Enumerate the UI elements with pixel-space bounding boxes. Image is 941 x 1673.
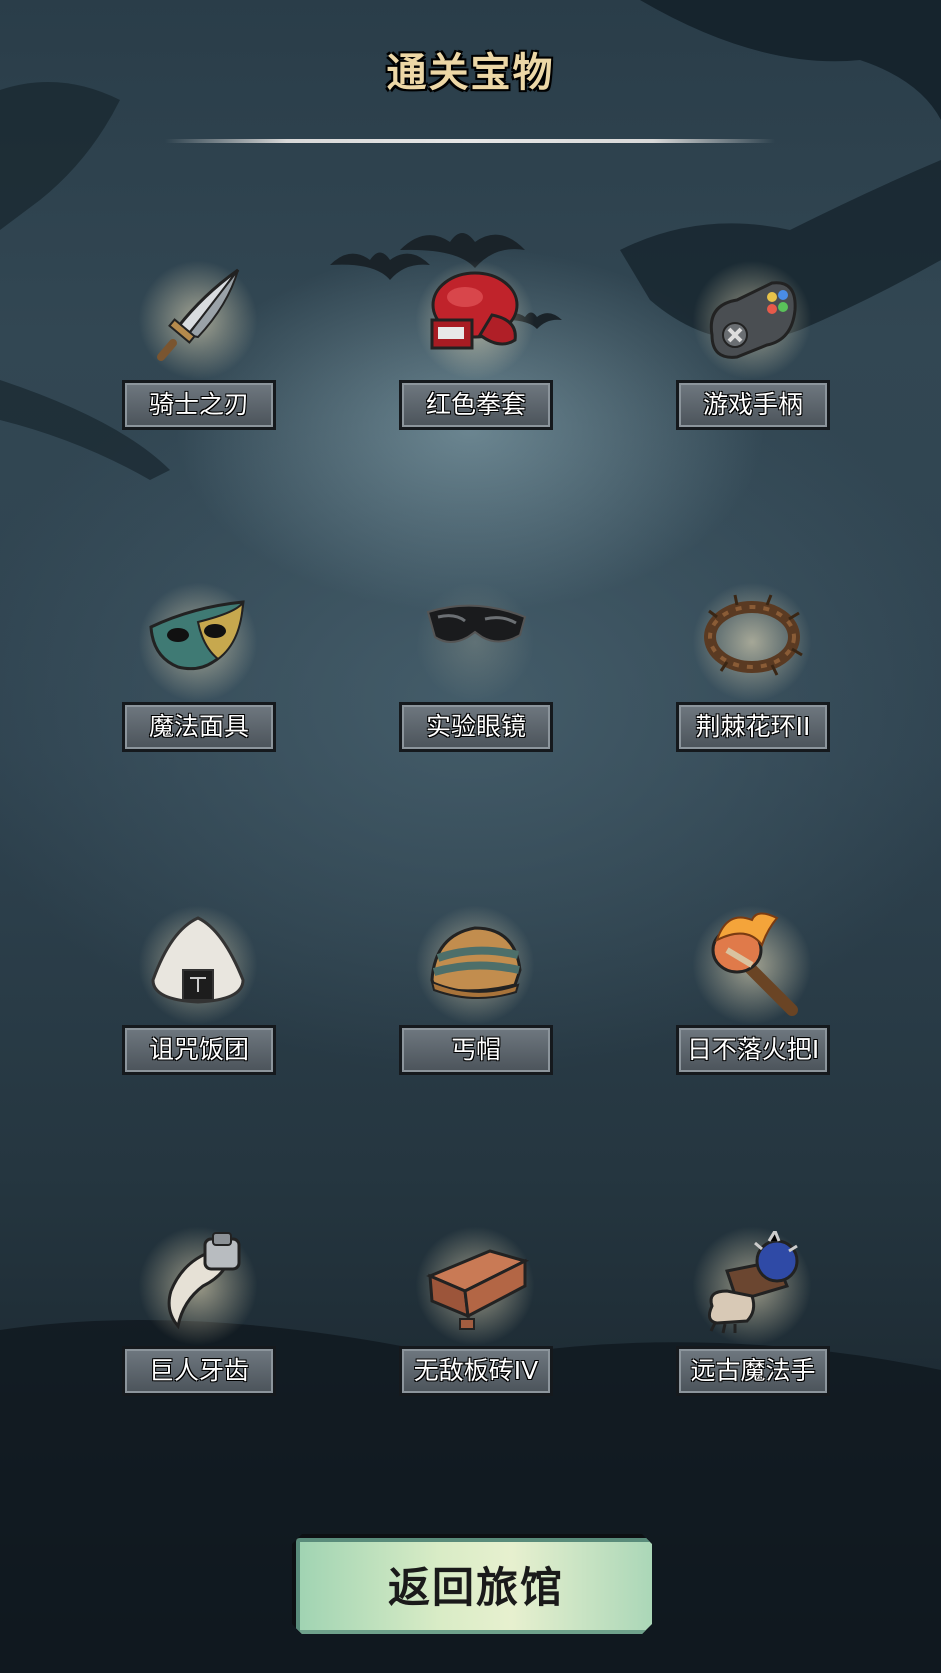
- treasure-item-game-controller[interactable]: 游戏手柄: [672, 260, 832, 450]
- treasure-label: 游戏手柄: [676, 380, 830, 430]
- knight-blade-icon: [157, 268, 240, 361]
- treasure-item-brick[interactable]: 无敌板砖IV: [395, 1226, 555, 1416]
- treasure-item-beggar-hat[interactable]: 丐帽: [395, 905, 555, 1095]
- treasure-label: 骑士之刃: [122, 380, 276, 430]
- thorn-wreath-icon: [704, 594, 803, 676]
- treasure-label: 魔法面具: [122, 702, 276, 752]
- treasure-label: 诅咒饭团: [122, 1025, 276, 1075]
- treasure-item-knight-blade[interactable]: 骑士之刃: [118, 260, 278, 450]
- treasure-item-magic-mask[interactable]: 魔法面具: [118, 582, 278, 772]
- beggar-hat-icon: [430, 926, 522, 999]
- treasure-label: 荆棘花环II: [676, 702, 830, 752]
- treasure-item-ancient-magic-hand[interactable]: 远古魔法手: [672, 1226, 832, 1416]
- cursed-rice-ball-icon: [151, 916, 245, 1004]
- treasure-label: 红色拳套: [399, 380, 553, 430]
- game-controller-icon: [709, 281, 797, 359]
- red-boxing-glove-icon: [430, 271, 519, 350]
- treasure-label: 丐帽: [399, 1025, 553, 1075]
- return-to-inn-button[interactable]: 返回旅馆: [292, 1534, 652, 1634]
- treasure-label: 日不落火把I: [676, 1025, 830, 1075]
- torch-icon: [711, 912, 798, 1016]
- lab-goggles-icon: [426, 604, 527, 643]
- treasure-label: 实验眼镜: [399, 702, 553, 752]
- treasure-grid: 骑士之刃 红色拳套 游戏手柄 魔法面具 实验眼镜 荆棘花环II 诅咒饭团 丐帽 …: [0, 0, 941, 1673]
- treasure-item-giant-tooth[interactable]: 巨人牙齿: [118, 1226, 278, 1416]
- treasure-item-red-boxing-glove[interactable]: 红色拳套: [395, 260, 555, 450]
- treasure-label: 巨人牙齿: [122, 1346, 276, 1396]
- treasure-label: 无敌板砖IV: [399, 1346, 553, 1396]
- brick-icon: [426, 1249, 530, 1330]
- treasure-item-torch[interactable]: 日不落火把I: [672, 905, 832, 1095]
- magic-mask-icon: [149, 600, 245, 671]
- giant-tooth-icon: [167, 1232, 241, 1330]
- ancient-magic-hand-icon: [707, 1231, 799, 1334]
- treasure-label: 远古魔法手: [676, 1346, 830, 1396]
- treasure-item-thorn-wreath[interactable]: 荆棘花环II: [672, 582, 832, 772]
- treasure-item-cursed-rice-ball[interactable]: 诅咒饭团: [118, 905, 278, 1095]
- treasure-item-lab-goggles[interactable]: 实验眼镜: [395, 582, 555, 772]
